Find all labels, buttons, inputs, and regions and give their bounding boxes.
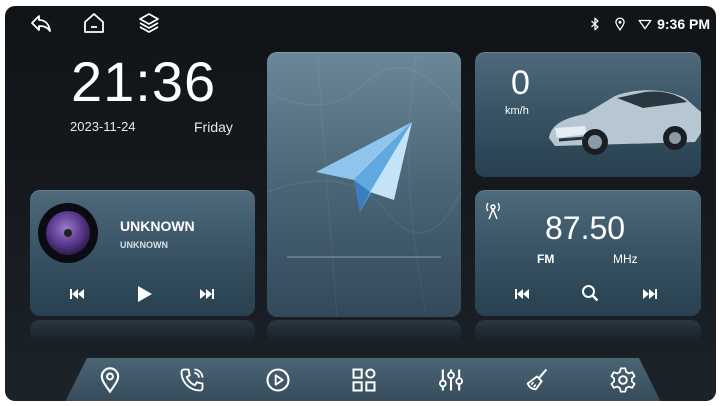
navigation-icon[interactable] <box>96 366 124 394</box>
back-icon[interactable] <box>29 11 53 35</box>
equalizer-icon[interactable] <box>437 366 465 394</box>
antenna-icon <box>485 200 501 220</box>
paper-plane-icon <box>314 120 414 215</box>
layers-icon[interactable] <box>137 11 161 35</box>
status-bar-right: 9:36 PM <box>588 14 710 34</box>
album-art <box>38 203 98 263</box>
phone-icon[interactable] <box>178 366 206 394</box>
clock-date: 2023-11-24 <box>70 119 136 134</box>
grid-icon[interactable] <box>350 366 378 394</box>
navigation-card[interactable] <box>267 52 461 317</box>
bluetooth-icon <box>588 17 602 31</box>
radio-unit: MHz <box>613 252 638 266</box>
music-card[interactable]: UNKNOWN UNKNOWN <box>30 190 255 316</box>
radio-next-button[interactable] <box>643 288 657 300</box>
media-play-icon[interactable] <box>264 366 292 394</box>
radio-card-reflection <box>475 320 701 342</box>
track-title: UNKNOWN <box>120 218 195 234</box>
speed-card: 0 km/h <box>475 52 701 177</box>
radio-previous-button[interactable] <box>515 288 529 300</box>
speed-value: 0 <box>511 64 530 102</box>
car-image <box>545 68 701 158</box>
clock-time: 21:36 <box>71 50 217 113</box>
speed-unit: km/h <box>505 105 529 117</box>
previous-track-button[interactable] <box>70 288 84 300</box>
status-time: 9:36 PM <box>657 16 710 32</box>
radio-frequency: 87.50 <box>545 210 626 246</box>
next-track-button[interactable] <box>200 288 214 300</box>
settings-icon[interactable] <box>609 366 637 394</box>
search-icon[interactable] <box>581 284 599 302</box>
radio-band: FM <box>537 252 555 266</box>
music-card-reflection <box>30 320 255 342</box>
radio-card[interactable]: 87.50 FM MHz <box>475 190 701 316</box>
location-icon <box>613 17 627 31</box>
navigation-card-reflection <box>267 320 461 342</box>
clean-brush-icon[interactable] <box>523 366 551 394</box>
wifi-icon <box>638 17 652 31</box>
play-button[interactable] <box>137 285 153 303</box>
car-launcher-screen: 9:36 PM 21:36 2023-11-24 Friday UNKNOWN … <box>5 6 716 401</box>
clock-weekday: Friday <box>194 119 233 135</box>
track-artist: UNKNOWN <box>120 240 168 250</box>
home-icon[interactable] <box>82 11 106 35</box>
